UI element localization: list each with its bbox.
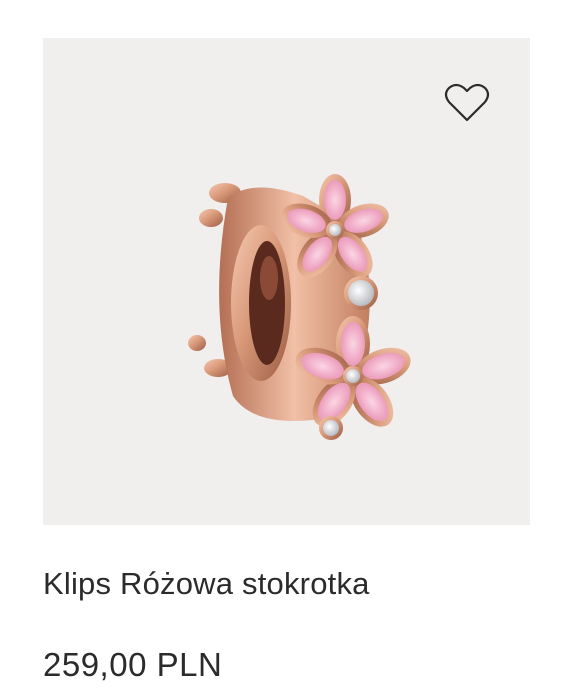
heart-outline-icon (444, 83, 490, 122)
product-title[interactable]: Klips Różowa stokrotka (43, 566, 370, 602)
wishlist-button[interactable] (444, 82, 490, 124)
product-image (188, 174, 411, 440)
product-price: 259,00 PLN (43, 646, 223, 683)
product-card[interactable]: Klips Różowa stokrotka 259,00 PLN (0, 0, 564, 699)
product-image-container[interactable] (43, 38, 530, 525)
